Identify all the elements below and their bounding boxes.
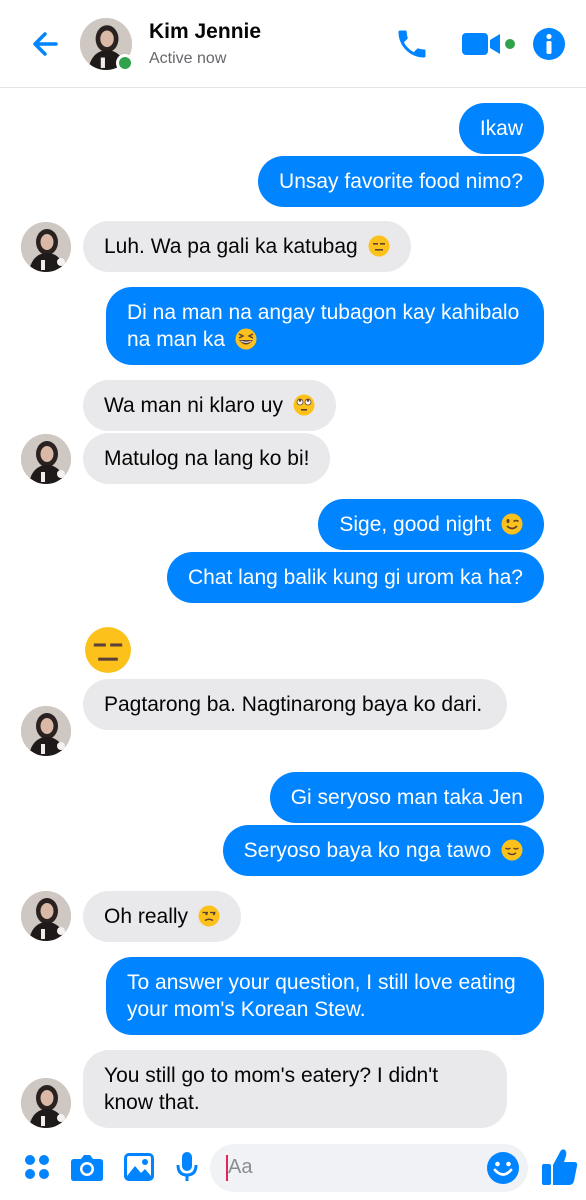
like-button[interactable] — [540, 1146, 580, 1188]
contact-avatar-small[interactable] — [21, 1078, 71, 1128]
sent-message[interactable]: Seryoso baya ko nga tawo — [222, 825, 544, 876]
video-call-button[interactable] — [458, 24, 518, 64]
info-icon — [533, 28, 565, 60]
expressionless-face-emoji-icon — [368, 235, 390, 257]
camera-icon — [71, 1155, 103, 1181]
received-message[interactable]: Wa man ni klaro uy — [83, 380, 336, 431]
sent-message[interactable]: Chat lang balik kung gi urom ka ha? — [166, 552, 544, 603]
contact-avatar-small[interactable] — [21, 706, 71, 756]
voice-record-button[interactable] — [170, 1150, 204, 1184]
sent-message[interactable]: Sige, good night — [318, 499, 544, 550]
winking-face-emoji-icon — [501, 513, 523, 535]
microphone-icon — [176, 1152, 198, 1181]
back-button[interactable] — [26, 26, 62, 62]
phone-icon — [398, 30, 426, 58]
back-arrow-icon — [33, 32, 58, 56]
message-composer: Aa — [0, 1138, 586, 1200]
gallery-button[interactable] — [122, 1150, 156, 1184]
active-status: Active now — [149, 50, 227, 67]
sent-message[interactable]: Ikaw — [458, 103, 544, 154]
conversation-header: Kim Jennie Active now — [0, 0, 586, 88]
contact-avatar[interactable] — [80, 18, 134, 72]
message-input[interactable]: Aa — [210, 1144, 528, 1192]
received-message[interactable]: Oh really — [83, 891, 241, 942]
relieved-face-emoji-icon — [501, 839, 523, 861]
voice-call-button[interactable] — [392, 24, 432, 64]
contact-name[interactable]: Kim Jennie — [149, 20, 261, 44]
four-dots-grid-icon — [25, 1155, 49, 1179]
contact-avatar-small[interactable] — [21, 434, 71, 484]
camera-button[interactable] — [70, 1150, 104, 1184]
sent-message[interactable]: Gi seryoso man taka Jen — [269, 772, 544, 823]
unamused-face-emoji-icon — [198, 905, 220, 927]
sent-message[interactable]: Di na man na angay tubagon kay kahibalo … — [106, 287, 544, 365]
emoji-button[interactable] — [486, 1151, 520, 1190]
thumbs-up-icon — [542, 1149, 578, 1185]
image-gallery-icon — [124, 1153, 154, 1181]
more-actions-button[interactable] — [20, 1150, 54, 1184]
sent-message[interactable]: Unsay favorite food nimo? — [258, 156, 544, 207]
message-list: Ikaw Unsay favorite food nimo? Luh. Wa p… — [0, 88, 586, 1138]
expressionless-face-emoji-icon[interactable] — [84, 626, 132, 674]
contact-avatar-small[interactable] — [21, 891, 71, 941]
info-button[interactable] — [530, 24, 568, 64]
grinning-squinting-face-emoji-icon — [235, 328, 257, 350]
online-indicator — [116, 54, 134, 72]
contact-avatar-small[interactable] — [21, 222, 71, 272]
received-message[interactable]: You still go to mom's eatery? I didn't k… — [83, 1050, 507, 1128]
received-message[interactable]: Matulog na lang ko bi! — [83, 433, 331, 484]
received-message[interactable]: Pagtarong ba. Nagtinarong baya ko dari. — [83, 679, 507, 730]
video-camera-icon — [462, 33, 515, 55]
sent-message[interactable]: To answer your question, I still love ea… — [106, 957, 544, 1035]
face-with-rolling-eyes-emoji-icon — [293, 394, 315, 416]
message-input-placeholder: Aa — [228, 1156, 253, 1178]
received-message[interactable]: Luh. Wa pa gali ka katubag — [83, 221, 411, 272]
smiley-face-icon — [487, 1152, 519, 1184]
